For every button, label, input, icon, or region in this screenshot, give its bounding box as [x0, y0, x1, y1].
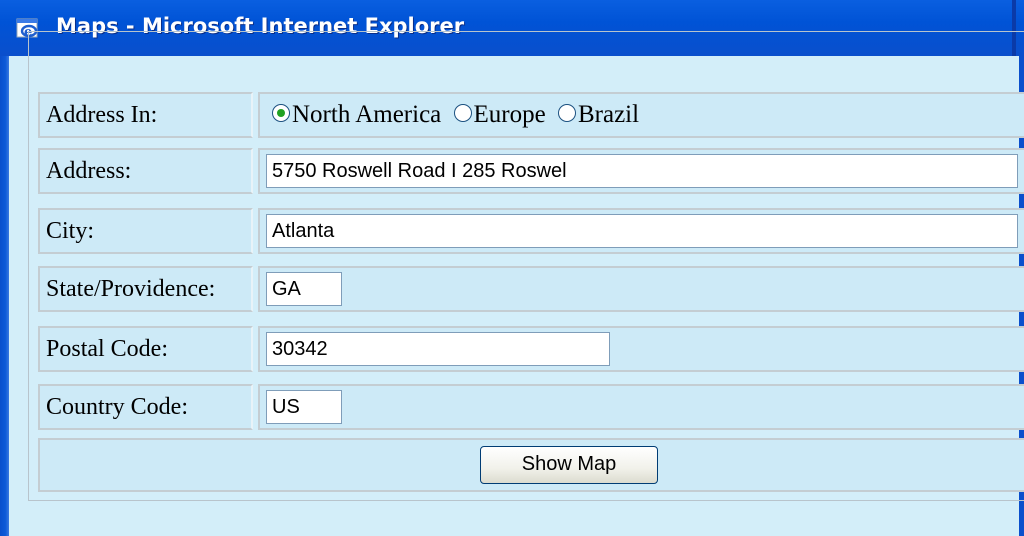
- country-code-input[interactable]: US: [266, 390, 342, 424]
- city-label: City:: [46, 218, 95, 244]
- state-label-cell: State/Providence:: [38, 266, 253, 312]
- address-value-cell: 5750 Roswell Road I 285 Roswel: [258, 148, 1024, 194]
- postal-code-label-cell: Postal Code:: [38, 326, 253, 372]
- radio-north-america[interactable]: [272, 104, 290, 123]
- city-input[interactable]: Atlanta: [266, 214, 1018, 248]
- address-label-cell: Address:: [38, 148, 253, 194]
- address-label: Address:: [46, 158, 132, 184]
- city-label-cell: City:: [38, 208, 253, 254]
- address-in-radio-group: North America Europe Brazil: [272, 100, 645, 129]
- city-value-cell: Atlanta: [258, 208, 1024, 254]
- address-in-label-cell: Address In:: [38, 92, 253, 138]
- postal-code-label: Postal Code:: [46, 336, 169, 362]
- address-input[interactable]: 5750 Roswell Road I 285 Roswel: [266, 154, 1018, 188]
- address-in-label: Address In:: [46, 102, 158, 128]
- state-value-cell: GA: [258, 266, 1024, 312]
- radio-europe[interactable]: [453, 104, 472, 123]
- submit-row: Show Map: [38, 438, 1024, 492]
- radio-brazil[interactable]: [557, 104, 576, 123]
- postal-code-value-cell: 30342: [258, 326, 1024, 372]
- country-code-label-cell: Country Code:: [38, 384, 253, 430]
- radio-brazil-label[interactable]: Brazil: [578, 101, 639, 128]
- state-label: State/Providence:: [46, 276, 216, 302]
- country-code-value-cell: US: [258, 384, 1024, 430]
- address-in-value-cell: North America Europe Brazil: [258, 92, 1024, 138]
- postal-code-input[interactable]: 30342: [266, 332, 610, 366]
- radio-north-america-label[interactable]: North America: [292, 101, 441, 128]
- radio-europe-label[interactable]: Europe: [474, 101, 546, 128]
- state-input[interactable]: GA: [266, 272, 342, 306]
- country-code-label: Country Code:: [46, 394, 188, 420]
- window-frame-left: [0, 56, 9, 536]
- show-map-button[interactable]: Show Map: [480, 446, 658, 484]
